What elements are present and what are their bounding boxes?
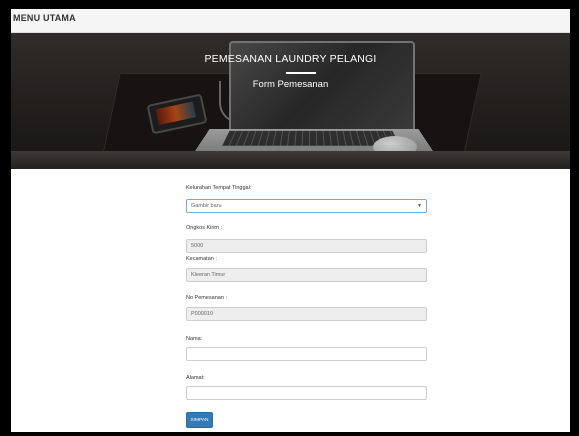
hero-divider <box>286 72 316 74</box>
no-pemesanan-value: P000010 <box>191 311 214 317</box>
no-pemesanan-label: No Pemesanan : <box>186 295 227 301</box>
kecamatan-field[interactable]: Kleeran Timur <box>186 268 427 282</box>
ongkos-value: 5000 <box>191 243 204 249</box>
alamat-label: Alamat: <box>186 375 205 381</box>
kelurahan-selected-value: Gambir baru <box>191 203 222 209</box>
hero-subtitle: Form Pemesanan <box>252 79 329 90</box>
alamat-input[interactable] <box>186 386 427 400</box>
no-pemesanan-field[interactable]: P000010 <box>186 307 427 321</box>
nama-label: Nama: <box>186 336 203 342</box>
kelurahan-label: Kelurahan Tempat Tinggal: <box>186 185 252 191</box>
top-navbar: MENU UTAMA <box>11 9 570 33</box>
hero-banner: PEMESANAN LAUNDRY PELANGI Form Pemesanan <box>11 33 570 169</box>
navbar-brand-link[interactable]: MENU UTAMA <box>13 13 76 23</box>
ongkos-label: Ongkos Kirim : <box>186 225 223 231</box>
hero-title: PEMESANAN LAUNDRY PELANGI <box>204 53 377 65</box>
kelurahan-select[interactable]: Gambir baru ▼ <box>186 199 427 213</box>
simpan-button[interactable]: SIMPAN <box>186 412 213 428</box>
page-content: MENU UTAMA PEMESANAN LAUNDRY PELANGI For… <box>11 9 570 432</box>
kecamatan-value: Kleeran Timur <box>191 272 226 278</box>
chevron-down-icon: ▼ <box>417 203 422 209</box>
kecamatan-label: Kecamatan : <box>186 256 217 262</box>
ongkos-field[interactable]: 5000 <box>186 239 427 253</box>
nama-input[interactable] <box>186 347 427 361</box>
